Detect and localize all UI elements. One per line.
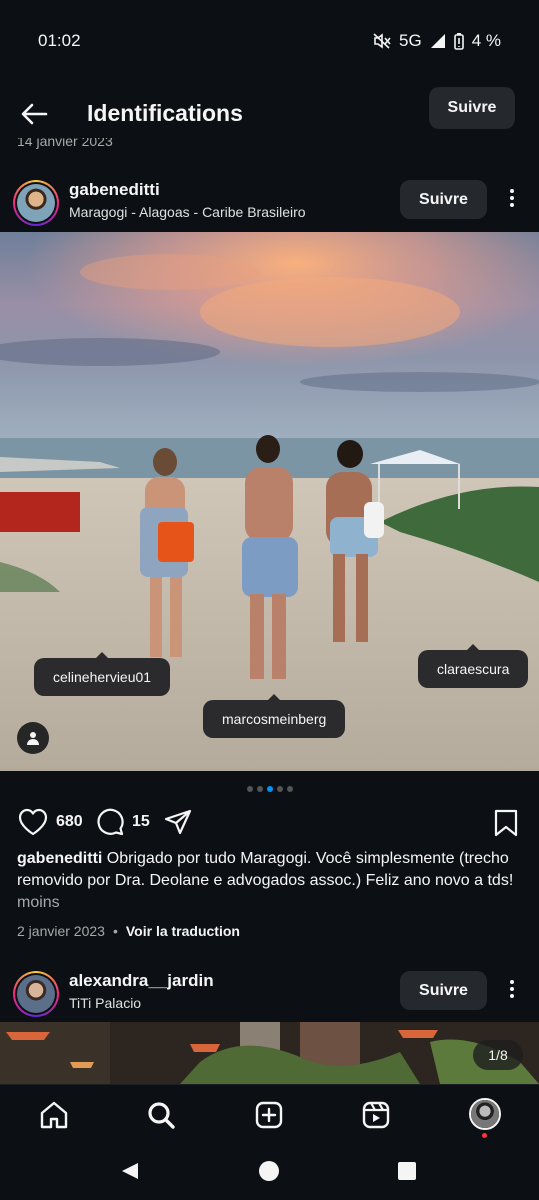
restaurant-image — [0, 1022, 539, 1084]
post-actions: 680 15 — [0, 806, 539, 842]
more-options-icon[interactable] — [503, 977, 521, 1001]
tag-celinehervieu01[interactable]: celinehervieu01 — [34, 652, 171, 696]
battery-icon — [453, 32, 464, 50]
post-location[interactable]: Maragogi - Alagoas - Caribe Brasileiro — [69, 204, 306, 220]
bottom-nav — [0, 1084, 539, 1144]
share-icon[interactable] — [164, 809, 192, 837]
bookmark-icon[interactable] — [494, 809, 518, 837]
media-counter: 1/8 — [473, 1040, 523, 1070]
like-action[interactable]: 680 — [18, 808, 83, 836]
status-time: 01:02 — [38, 31, 81, 50]
system-home-icon[interactable] — [259, 1161, 279, 1181]
post-location[interactable]: TiTi Palacio — [69, 995, 141, 1011]
avatar[interactable] — [13, 971, 59, 1017]
meta-separator: • — [112, 923, 118, 939]
like-count[interactable]: 680 — [56, 813, 83, 831]
page-header: Identifications Suivre — [0, 86, 539, 140]
back-arrow-icon[interactable] — [18, 98, 50, 130]
search-icon[interactable] — [145, 1099, 177, 1131]
post-caption: gabeneditti Obrigado por tudo Maragogi. … — [17, 848, 522, 914]
system-back-icon[interactable] — [120, 1161, 140, 1181]
battery-label: 4 % — [471, 31, 501, 50]
more-options-icon[interactable] — [503, 186, 521, 210]
comment-action[interactable]: 15 — [96, 808, 150, 836]
page-title: Identifications — [87, 100, 243, 126]
system-recents-icon[interactable] — [398, 1162, 416, 1180]
avatar[interactable] — [13, 180, 59, 226]
status-indicators: 5G 4 % — [373, 31, 501, 51]
network-label: 5G — [399, 31, 422, 50]
home-icon[interactable] — [38, 1099, 70, 1131]
post-username[interactable]: alexandra__jardin — [69, 971, 214, 991]
caption-less-link[interactable]: moins — [17, 894, 60, 911]
tag-marcosmeinberg[interactable]: marcosmeinberg — [203, 694, 346, 738]
carousel-dot — [276, 786, 283, 792]
heart-icon[interactable] — [18, 808, 48, 836]
post-date: 2 janvier 2023 — [17, 923, 105, 939]
notification-dot — [482, 1133, 487, 1138]
tag-claraescura[interactable]: claraescura — [418, 644, 529, 688]
comment-icon[interactable] — [96, 808, 124, 836]
post-header: alexandra__jardin TiTi Palacio Suivre — [0, 967, 539, 1023]
caption-username[interactable]: gabeneditti — [17, 850, 102, 867]
comment-count[interactable]: 15 — [132, 813, 150, 831]
mute-icon — [373, 33, 391, 49]
carousel-dot — [286, 786, 293, 792]
follow-button[interactable]: Suivre — [400, 180, 487, 219]
status-bar: 01:02 5G 4 % — [0, 0, 539, 80]
post-photo[interactable]: 1/8 — [0, 1022, 539, 1084]
header-follow-button[interactable]: Suivre — [429, 87, 515, 129]
carousel-indicator — [0, 786, 539, 792]
tagged-people-icon[interactable] — [17, 722, 49, 754]
post-header: gabeneditti Maragogi - Alagoas - Caribe … — [0, 176, 539, 232]
profile-avatar[interactable] — [469, 1098, 501, 1130]
carousel-dot — [256, 786, 263, 792]
post-photo[interactable]: celinehervieu01 marcosmeinberg claraescu… — [0, 232, 539, 771]
carousel-dot-active — [266, 786, 273, 792]
create-icon[interactable] — [253, 1099, 285, 1131]
translate-link[interactable]: Voir la traduction — [126, 923, 240, 939]
carousel-dot — [246, 786, 253, 792]
follow-button[interactable]: Suivre — [400, 971, 487, 1010]
post-meta: 2 janvier 2023 • Voir la traduction — [17, 923, 240, 939]
system-nav — [0, 1144, 539, 1200]
signal-icon — [430, 34, 445, 48]
post-username[interactable]: gabeneditti — [69, 180, 160, 200]
previous-post-date: 14 janvier 2023 — [17, 138, 113, 149]
reels-icon[interactable] — [360, 1099, 392, 1131]
